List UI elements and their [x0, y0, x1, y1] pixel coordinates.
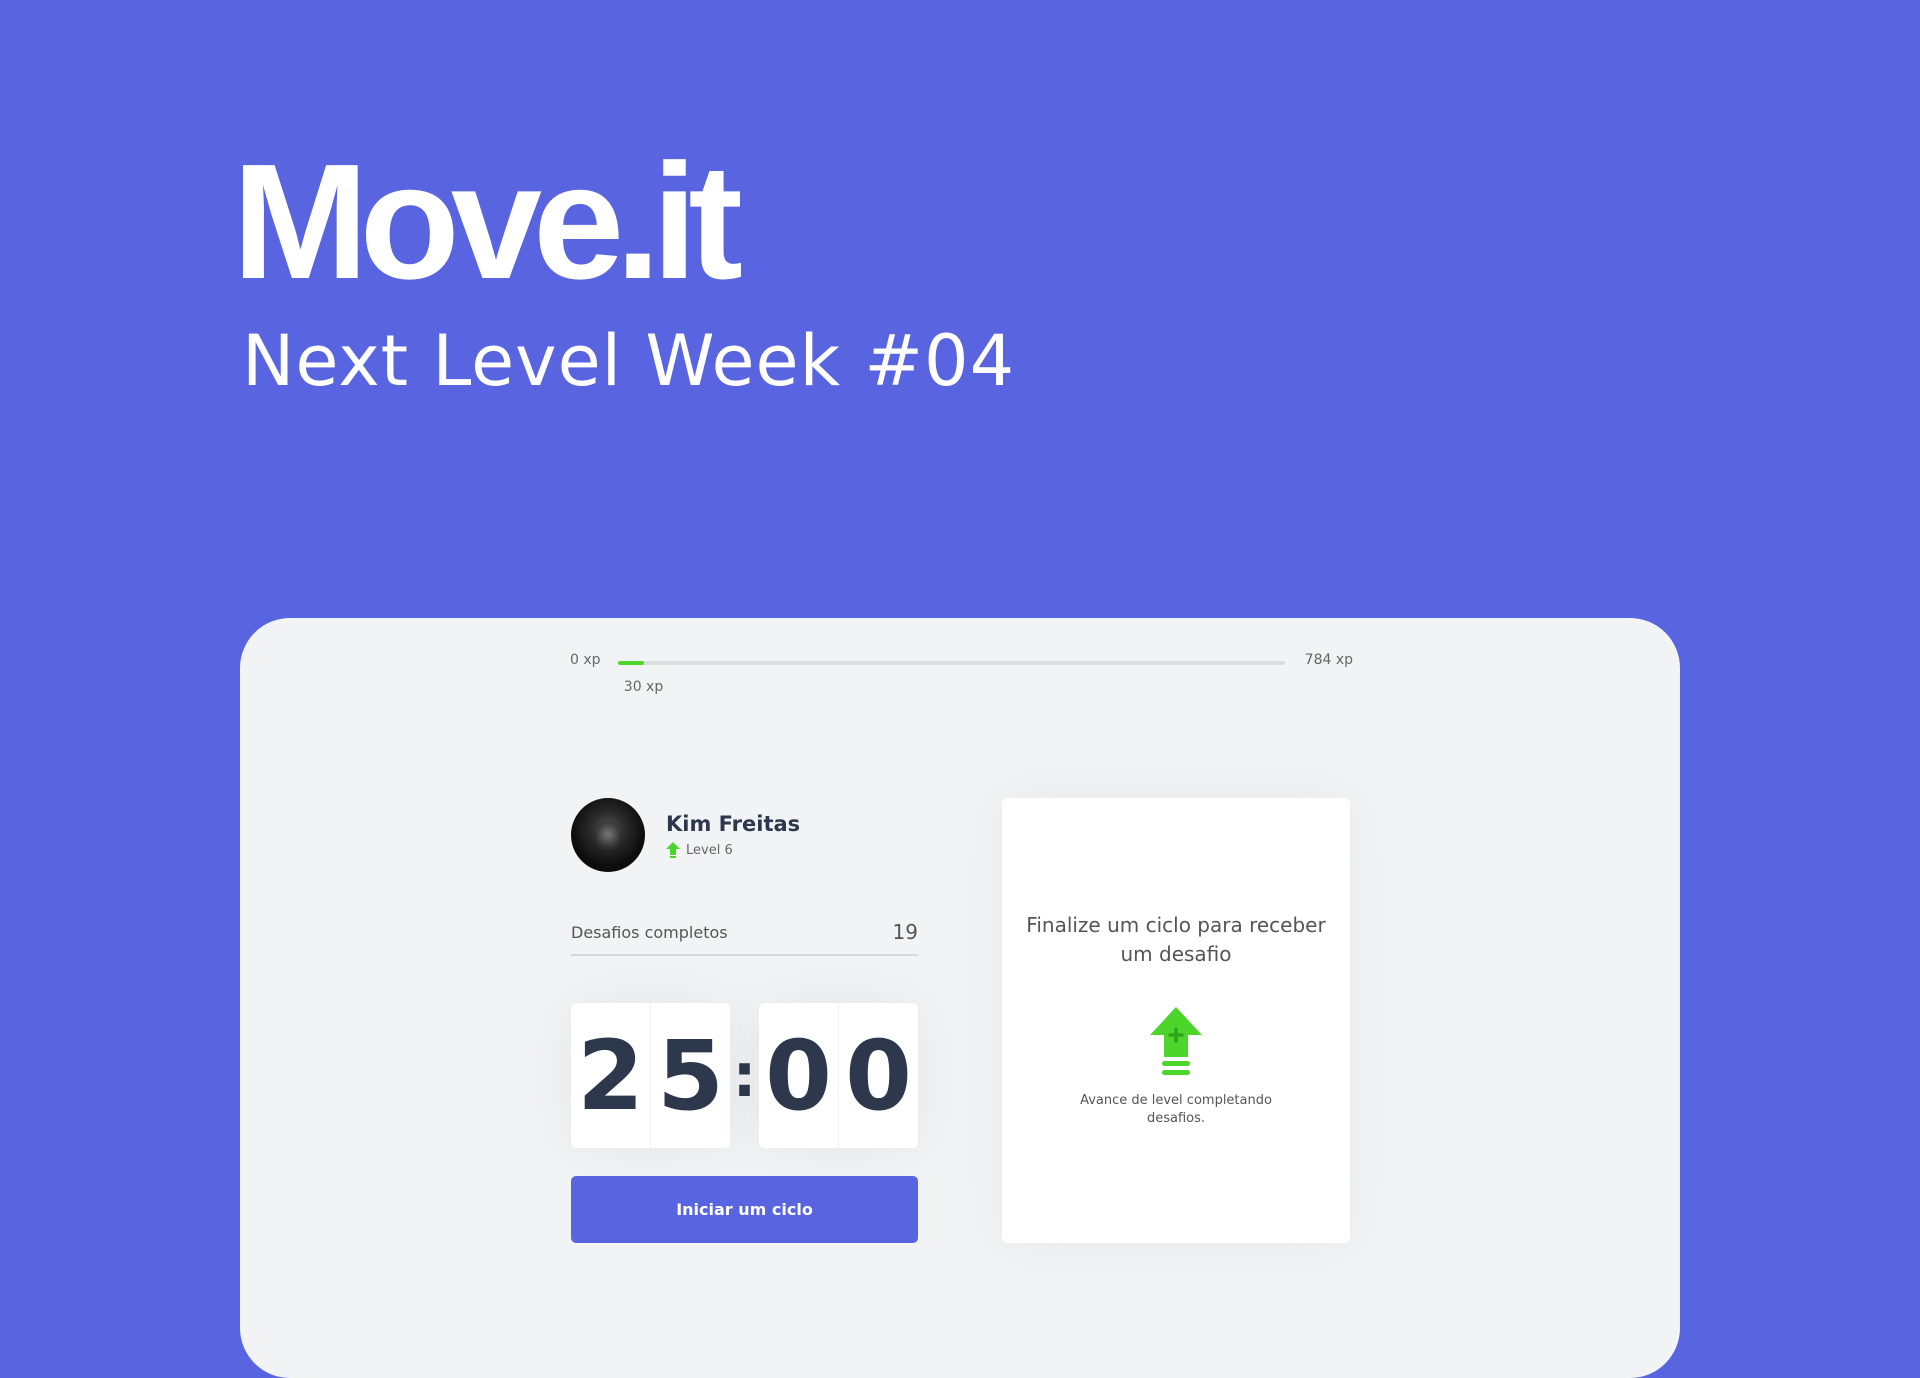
xp-current-label: 30 xp [623, 679, 664, 695]
countdown: 2 5 : 0 0 [571, 1003, 918, 1148]
second-digit: 0 [759, 1003, 839, 1148]
challenge-box: Finalize um ciclo para receber um desafi… [1002, 798, 1350, 1243]
hero-title: Move.it [232, 130, 743, 313]
hero: Move.it Next Level Week #04 [232, 130, 1016, 402]
completed-challenges-count: 19 [892, 920, 918, 944]
profile-level: Level 6 [666, 842, 800, 858]
profile: Kim Freitas Level 6 [571, 798, 800, 872]
countdown-separator: : [732, 1040, 757, 1111]
second-digit: 0 [845, 1019, 912, 1132]
xp-track: 30 xp [618, 661, 1285, 695]
level-label: Level 6 [686, 842, 733, 858]
level-up-arrow-icon [1150, 1007, 1202, 1075]
profile-name: Kim Freitas [666, 812, 801, 836]
xp-progress-fill [618, 661, 644, 665]
experience-bar: 0 xp 30 xp 784 xp [570, 652, 1353, 695]
completed-challenges-label: Desafios completos [571, 922, 728, 942]
start-cycle-button[interactable]: Iniciar um ciclo [571, 1176, 918, 1243]
challenge-box-title: Finalize um ciclo para receber um desafi… [1026, 913, 1326, 966]
xp-min-label: 0 xp [570, 652, 601, 668]
countdown-seconds: 0 0 [759, 1003, 918, 1148]
profile-info: Kim Freitas Level 6 [666, 812, 800, 858]
app-frame: 0 xp 30 xp 784 xp Kim Freitas Level 6 De… [240, 618, 1680, 1378]
minute-digit: 2 [571, 1003, 651, 1148]
avatar [571, 798, 645, 872]
minute-digit: 5 [657, 1019, 724, 1132]
level-up-arrow-icon [666, 842, 680, 858]
challenge-box-hint: Avance de level completando desafios. [1080, 1093, 1272, 1126]
xp-max-label: 784 xp [1304, 652, 1353, 668]
countdown-minutes: 2 5 [571, 1003, 730, 1148]
completed-challenges: Desafios completos 19 [571, 916, 918, 956]
hero-subtitle: Next Level Week #04 [242, 320, 1016, 402]
